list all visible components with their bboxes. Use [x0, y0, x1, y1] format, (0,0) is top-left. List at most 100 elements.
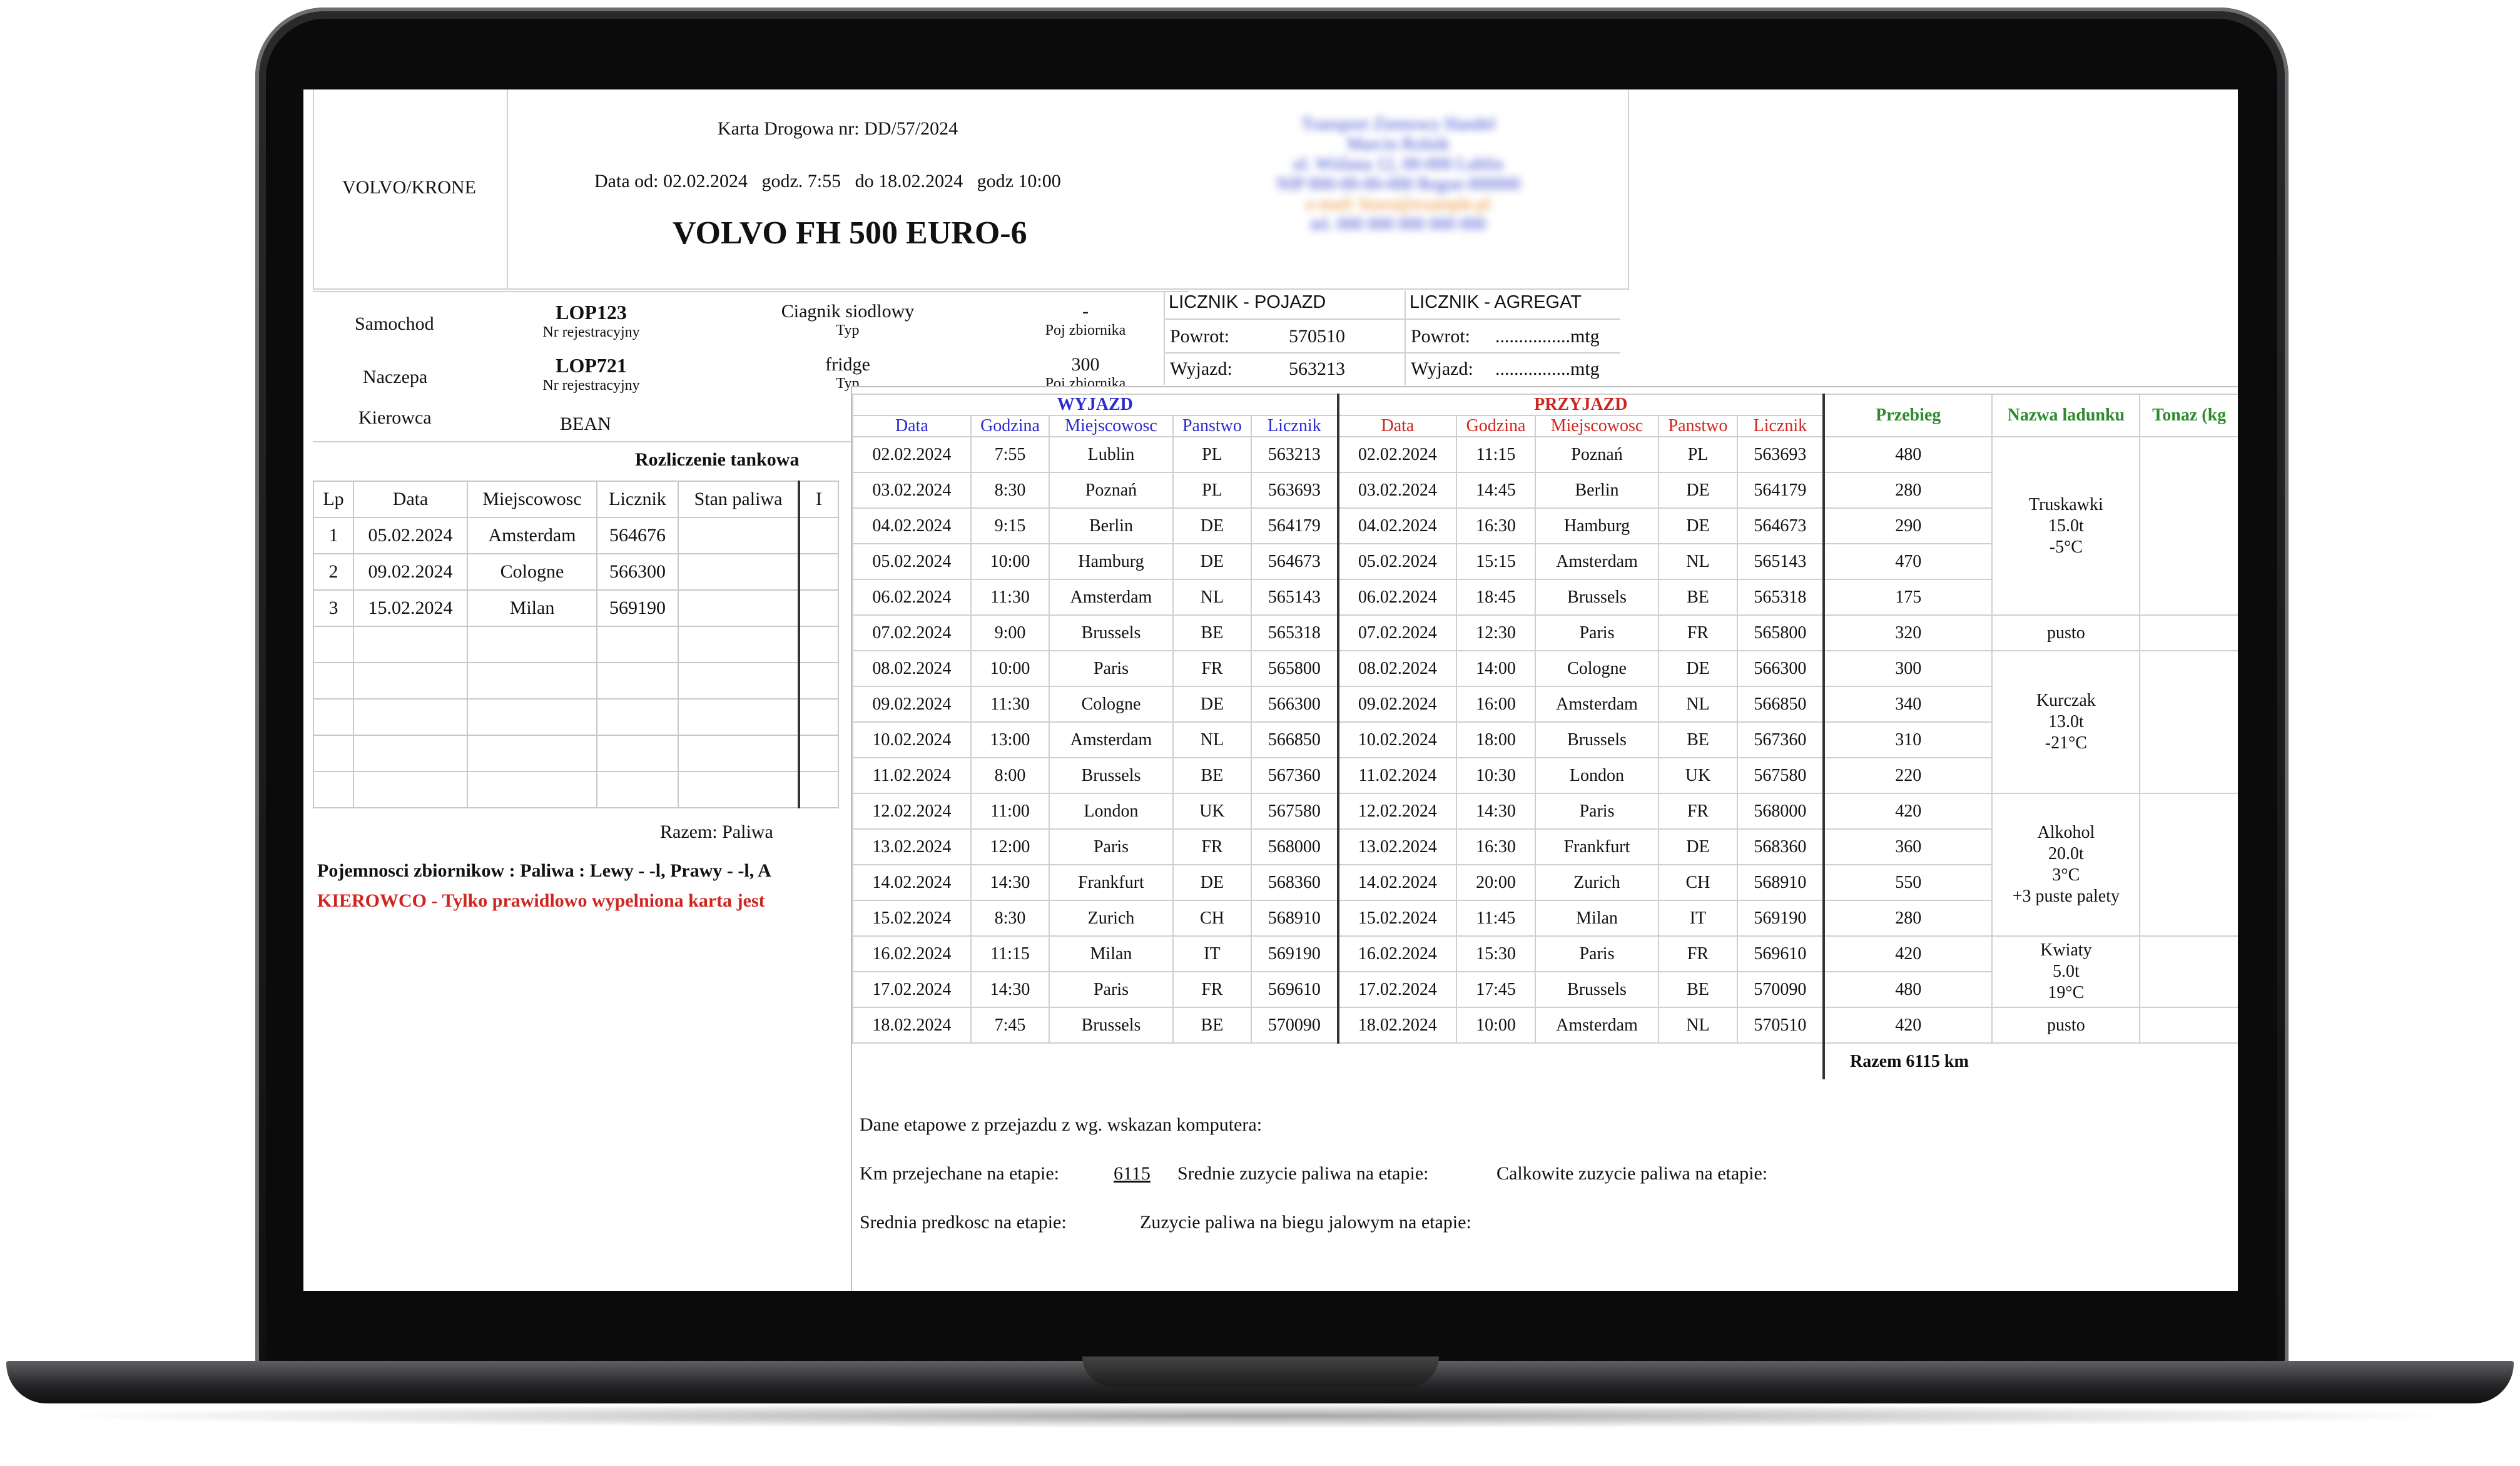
table-cell: 15:15 — [1456, 543, 1536, 580]
table-cell: 310 — [1822, 721, 1993, 758]
table-cell: 11:30 — [970, 686, 1050, 723]
cargo-header: Nazwa ladunku — [1991, 394, 2141, 437]
col-header: Stan paliwa — [678, 481, 800, 518]
driver-label: Kierowca — [358, 407, 432, 428]
table-cell: 11.02.2024 — [852, 757, 972, 794]
table-cell: 568910 — [1736, 864, 1825, 901]
company-info-blurred: Transport Ziemowy Handel Marcin Rolnik u… — [1257, 115, 1539, 235]
table-row: 18.02.2024 7:45 Brussels BE 570090 18.02.2024… — [852, 1007, 2238, 1044]
table-cell: 08.02.2024 — [1336, 650, 1458, 687]
company-line: e-mail: biuro@example.pl — [1306, 195, 1491, 214]
table-cell: 566850 — [1736, 686, 1825, 723]
table-cell: 11:15 — [970, 935, 1050, 972]
car-reg-number: LOP123 — [556, 301, 627, 323]
table-cell: 13:00 — [970, 721, 1050, 758]
table-cell: 12.02.2024 — [852, 793, 972, 830]
table-cell: 08.02.2024 — [852, 650, 972, 687]
company-line: tel. 000 000 000 000 000 — [1311, 215, 1486, 234]
refuel-total-label: Razem: Paliwa — [660, 822, 773, 842]
trailer-tank-value: 300 — [1071, 354, 1100, 375]
table-row: 2 09.02.2024 Cologne 566300 — [313, 553, 839, 591]
car-tank-value: - — [1082, 301, 1089, 322]
table-cell: 14:30 — [970, 971, 1050, 1008]
table-cell: 480 — [1822, 971, 1993, 1008]
table-cell: 05.02.2024 — [852, 543, 972, 580]
table-cell: 05.02.2024 — [353, 517, 468, 554]
col-header: Panstwo — [1172, 415, 1252, 437]
table-cell: 18:00 — [1456, 721, 1536, 758]
table-cell: 10:30 — [1456, 757, 1536, 794]
col-header: Godzina — [970, 415, 1050, 437]
table-cell — [678, 589, 800, 627]
table-cell: Frankfurt — [1534, 828, 1660, 865]
table-cell: Brussels — [1049, 1007, 1174, 1044]
cargo-cell: pusto — [1991, 614, 2141, 651]
table-cell: 420 — [1822, 1007, 1993, 1044]
table-cell: Milan — [1534, 900, 1660, 937]
table-cell: 18:45 — [1456, 579, 1536, 616]
table-cell: 565318 — [1736, 579, 1825, 616]
table-cell: 10.02.2024 — [1336, 721, 1458, 758]
table-cell: 567360 — [1736, 721, 1825, 758]
table-cell: NL — [1658, 1007, 1738, 1044]
table-cell: London — [1049, 793, 1174, 830]
table-cell: 569190 — [596, 589, 679, 627]
table-cell — [798, 517, 839, 554]
laptop-screen: VOLVO/KRONE Karta Drogowa nr: DD/57/2024… — [303, 89, 2238, 1291]
cargo-line: -5°C — [2049, 537, 2083, 557]
cargo-line: Kwiaty — [2040, 940, 2092, 960]
vehicle-return-label: Powrot: — [1170, 326, 1230, 347]
car-reg-caption: Nr rejestracyjny — [542, 324, 640, 340]
trailer-label: Naczepa — [363, 367, 428, 387]
table-cell: 02.02.2024 — [1336, 436, 1458, 473]
table-cell: 17.02.2024 — [1336, 971, 1458, 1008]
table-row: 16.02.2024 11:15 Milan IT 569190 16.02.2024 15… — [852, 935, 2238, 1008]
table-cell: 8:30 — [970, 472, 1050, 509]
table-row: 07.02.2024 9:00 Brussels BE 565318 07.02.2024… — [852, 614, 2238, 651]
table-cell: 565143 — [1736, 543, 1825, 580]
table-cell: NL — [1172, 721, 1252, 758]
table-cell: BE — [1172, 757, 1252, 794]
table-cell: 07.02.2024 — [1336, 614, 1458, 651]
table-cell: 9:15 — [970, 507, 1050, 544]
table-cell: 16:30 — [1456, 828, 1536, 865]
table-cell: 10:00 — [970, 650, 1050, 687]
table-cell: Cologne — [467, 553, 597, 591]
table-cell: 280 — [1822, 472, 1993, 509]
summary-km-value: 6115 — [1114, 1163, 1151, 1184]
summary-avg-speed-label: Srednia predkosc na etapie: — [860, 1212, 1067, 1233]
vehicle-return-value: 570510 — [1289, 326, 1345, 347]
table-cell: 568000 — [1736, 793, 1825, 830]
table-cell: 569190 — [1251, 935, 1339, 972]
trips-title-row: WYJAZD PRZYJAZD Przebieg Nazwa ladunku T… — [852, 394, 2238, 437]
table-cell: 18.02.2024 — [852, 1007, 972, 1044]
table-cell: 03.02.2024 — [1336, 472, 1458, 509]
trip-sheet-overlay: WYJAZD PRZYJAZD Przebieg Nazwa ladunku T… — [851, 386, 2238, 1291]
trips-body: 02.02.2024 7:55 Lublin PL 563213 02.02.2024 11… — [852, 436, 2238, 1044]
cargo-line: Kurczak — [2036, 691, 2096, 710]
table-cell: NL — [1658, 543, 1738, 580]
table-cell: 11.02.2024 — [1336, 757, 1458, 794]
cargo-line: -21°C — [2045, 733, 2087, 753]
cargo-line: 15.0t — [2048, 516, 2084, 536]
table-cell: CH — [1172, 900, 1252, 937]
car-label: Samochod — [355, 313, 434, 334]
table-cell: DE — [1172, 543, 1252, 580]
table-cell — [798, 553, 839, 591]
table-cell: Brussels — [1049, 614, 1174, 651]
table-cell: 564673 — [1736, 507, 1825, 544]
summary-avg-fuel-label: Srednie zuzycie paliwa na etapie: — [1177, 1163, 1429, 1184]
cargo-line: 19°C — [2048, 983, 2085, 1002]
table-row — [313, 735, 839, 772]
laptop-opening-notch — [1082, 1357, 1439, 1387]
table-cell: 567360 — [1251, 757, 1339, 794]
cargo-line: 5.0t — [2052, 962, 2080, 981]
tonnage-header: Tonaz (kg — [2139, 394, 2238, 437]
table-cell: 280 — [1822, 900, 1993, 937]
table-cell: 12.02.2024 — [1336, 793, 1458, 830]
table-cell: 10:00 — [1456, 1007, 1536, 1044]
cargo-line: Truskawki — [2028, 494, 2103, 514]
table-cell: Amsterdam — [1534, 1007, 1660, 1044]
col-header: Data — [852, 415, 972, 437]
cargo-line: pusto — [2047, 623, 2085, 643]
